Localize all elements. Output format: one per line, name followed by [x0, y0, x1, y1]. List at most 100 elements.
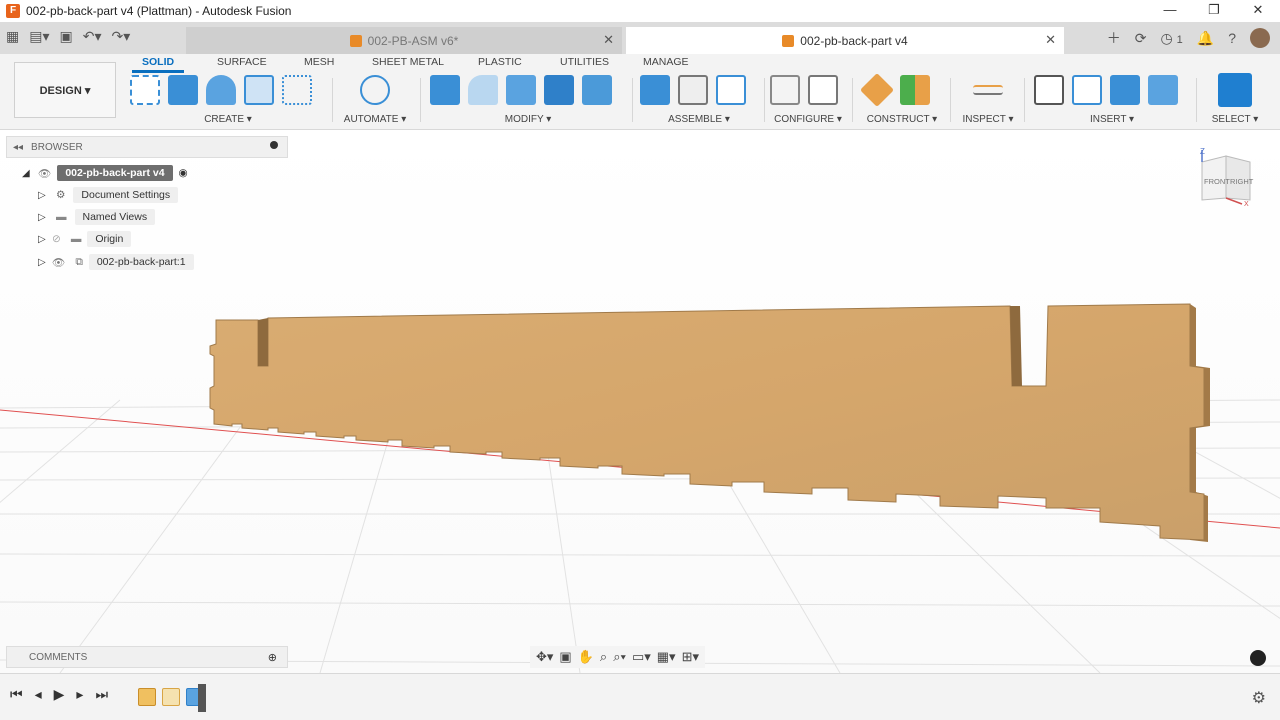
tab-plastic[interactable]: PLASTIC — [478, 56, 522, 68]
new-tab-plus-icon[interactable]: ＋ — [1107, 28, 1121, 48]
construct-menu[interactable]: CONSTRUCT ▾ — [862, 114, 942, 125]
joint-icon[interactable] — [678, 75, 708, 105]
file-menu-icon[interactable]: ▤▾ — [29, 28, 49, 45]
insert-mcmaster-icon[interactable] — [1110, 75, 1140, 105]
wood-back-part[interactable] — [209, 303, 1210, 542]
midplane-icon[interactable] — [900, 75, 930, 105]
insert-derive-icon[interactable] — [1034, 75, 1064, 105]
go-to-end-icon[interactable]: ⏭ — [95, 686, 108, 703]
expand-triangle-icon[interactable]: ▷ — [38, 234, 48, 245]
tab-asm[interactable]: 002-PB-ASM v6* ✕ — [186, 27, 622, 54]
new-component-icon[interactable] — [640, 75, 670, 105]
tab-surface[interactable]: SURFACE — [217, 56, 267, 68]
create-menu[interactable]: CREATE ▾ — [130, 114, 326, 125]
go-to-start-icon[interactable]: ⏮ — [10, 686, 23, 703]
inspect-menu[interactable]: INSPECT ▾ — [958, 114, 1018, 125]
timeline-sketch-icon[interactable] — [162, 688, 180, 706]
timeline-marker[interactable] — [198, 684, 206, 712]
collapse-browser-icon[interactable]: ◂◂ — [13, 142, 23, 153]
browser-item-origin[interactable]: ▷ ⊘ ▬ Origin — [38, 230, 132, 248]
hole-icon[interactable] — [244, 75, 274, 105]
pattern-icon[interactable] — [282, 75, 312, 105]
measure-icon[interactable] — [973, 85, 1003, 95]
play-icon[interactable]: ▶ — [54, 686, 65, 703]
create-sketch-icon[interactable] — [130, 75, 160, 105]
browser-item-body[interactable]: ▷ 👁 ⧉ 002-pb-back-part:1 — [38, 253, 194, 271]
automate-icon[interactable] — [360, 75, 390, 105]
step-forward-icon[interactable]: ▸ — [76, 686, 83, 703]
automate-menu[interactable]: AUTOMATE ▾ — [340, 114, 410, 125]
modify-menu[interactable]: MODIFY ▾ — [430, 114, 626, 125]
browser-item-document-settings[interactable]: ▷ ⚙ Document Settings — [38, 186, 179, 204]
expand-triangle-icon[interactable]: ▷ — [38, 190, 48, 201]
chamfer-icon[interactable] — [506, 75, 536, 105]
job-status-icon[interactable]: ◷ 1 — [1161, 30, 1183, 47]
bom-table-icon[interactable] — [716, 75, 746, 105]
tab-utilities[interactable]: UTILITIES — [560, 56, 609, 68]
configure-menu[interactable]: CONFIGURE ▾ — [770, 114, 846, 125]
expand-triangle-icon[interactable]: ▷ — [38, 212, 48, 223]
expand-triangle-icon[interactable]: ◢ — [22, 168, 32, 179]
apps-grid-icon[interactable]: ▦ — [6, 28, 19, 45]
add-comment-icon[interactable]: ⊕ — [268, 651, 277, 664]
select-menu[interactable]: SELECT ▾ — [1204, 114, 1266, 125]
browser-root-node[interactable]: ◢ 👁 002-pb-back-part v4 ◉ — [22, 164, 188, 182]
hidden-eye-icon[interactable]: ⊘ — [52, 233, 61, 245]
close-window-button[interactable]: ✕ — [1236, 0, 1280, 22]
assemble-menu[interactable]: ASSEMBLE ▾ — [640, 114, 758, 125]
grid-settings-icon[interactable]: ▦▾ — [657, 649, 676, 665]
tab-sheet-metal[interactable]: SHEET METAL — [372, 56, 444, 68]
fillet-icon[interactable] — [468, 75, 498, 105]
browser-header[interactable]: ◂◂ BROWSER — [6, 136, 288, 158]
extrude-icon[interactable] — [168, 75, 198, 105]
insert-link-icon[interactable] — [1072, 75, 1102, 105]
parameters-icon[interactable] — [770, 75, 800, 105]
pan-hand-icon[interactable]: ✋ — [578, 649, 594, 665]
insert-menu[interactable]: INSERT ▾ — [1034, 114, 1190, 125]
tab-solid[interactable]: SOLID — [132, 56, 185, 73]
tab-back-part[interactable]: 002-pb-back-part v4 ✕ — [626, 27, 1064, 54]
revolve-icon[interactable] — [206, 75, 236, 105]
combine-icon[interactable] — [582, 75, 612, 105]
tab-close-icon[interactable]: ✕ — [1045, 32, 1056, 48]
collapse-nav-icon[interactable] — [1250, 650, 1266, 666]
fit-icon[interactable]: ⌕▾ — [613, 649, 626, 665]
view-cube-right-label[interactable]: RIGHT — [1230, 177, 1254, 186]
orbit-icon[interactable]: ✥▾ — [536, 649, 553, 665]
canvas-viewport[interactable]: ◂◂ BROWSER ◢ 👁 002-pb-back-part v4 ◉ ▷ ⚙… — [0, 130, 1280, 673]
viewports-icon[interactable]: ⊞▾ — [682, 649, 699, 665]
configuration-table-icon[interactable] — [808, 75, 838, 105]
insert-canvas-icon[interactable] — [1148, 75, 1178, 105]
press-pull-icon[interactable] — [430, 75, 460, 105]
notifications-bell-icon[interactable]: 🔔 — [1197, 30, 1214, 47]
look-at-icon[interactable]: ▣ — [559, 649, 571, 665]
comments-panel[interactable]: COMMENTS ⊕ — [6, 646, 288, 668]
workspace-switcher[interactable]: DESIGN ▾ — [14, 62, 116, 118]
view-cube[interactable]: Z FRONT RIGHT X — [1198, 148, 1254, 206]
model-canvas[interactable] — [0, 130, 1280, 673]
timeline-sketch-icon[interactable] — [138, 688, 156, 706]
step-back-icon[interactable]: ◂ — [35, 686, 42, 703]
view-cube-front-label[interactable]: FRONT — [1204, 177, 1230, 186]
display-settings-icon[interactable]: ▭▾ — [632, 649, 651, 665]
browser-minimize-icon[interactable] — [270, 141, 278, 149]
tab-manage[interactable]: MANAGE — [643, 56, 689, 68]
browser-item-named-views[interactable]: ▷ ▬ Named Views — [38, 208, 156, 226]
minimize-button[interactable]: — — [1148, 0, 1192, 22]
timeline-settings-gear-icon[interactable]: ⚙ — [1252, 688, 1266, 708]
offset-plane-icon[interactable] — [860, 73, 894, 107]
restore-button[interactable]: ❐ — [1192, 0, 1236, 22]
visibility-eye-icon[interactable]: 👁 — [52, 256, 65, 269]
undo-icon[interactable]: ↶▾ — [83, 28, 102, 45]
avatar[interactable] — [1250, 28, 1270, 48]
visibility-eye-icon[interactable]: 👁 — [38, 167, 51, 180]
redo-icon[interactable]: ↷▾ — [112, 28, 131, 45]
zoom-icon[interactable]: ⌕ — [600, 649, 607, 665]
shell-icon[interactable] — [544, 75, 574, 105]
tab-mesh[interactable]: MESH — [304, 56, 334, 68]
save-icon[interactable]: ▣ — [60, 28, 73, 45]
expand-triangle-icon[interactable]: ▷ — [38, 257, 48, 268]
extensions-icon[interactable]: ⟳ — [1135, 30, 1147, 47]
activate-radio-icon[interactable]: ◉ — [179, 167, 188, 179]
tab-close-icon[interactable]: ✕ — [603, 32, 614, 48]
